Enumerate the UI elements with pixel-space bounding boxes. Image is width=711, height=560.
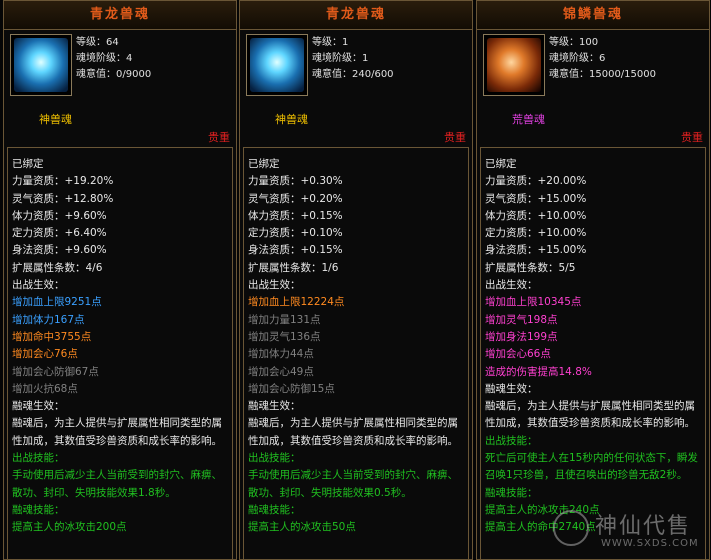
detail-line: 融魂后，为主人提供与扩展属性相同类型的属性加成，其数值受珍兽资质和成长率的影响。 — [485, 400, 695, 430]
detail-line: 死亡后可使主人在15秒内的任何状态下，瞬发召唤1只珍兽，且使召唤出的珍兽无敌2秒… — [485, 452, 698, 482]
detail-line: 融魂技能： — [12, 503, 65, 516]
blue-dragon-soul-icon — [250, 38, 304, 92]
detail-line: 手动使用后减少主人当前受到的封穴、麻痹、散功、封印、失明技能效果1.8秒。 — [12, 469, 222, 499]
detail-line: 增加血上限10345点 — [485, 296, 582, 309]
soul-grade: 荒兽魂 — [512, 113, 545, 126]
detail-line: 出战生效： — [12, 279, 65, 292]
detail-line: 增加会心66点 — [485, 348, 551, 361]
panel-3: 锦鳞兽魂 等级：100 魂境阶级：6 魂意值：15000/15000 荒兽魂 贵… — [476, 0, 710, 560]
detail-line: 出战生效： — [248, 279, 301, 292]
detail-line: 增加力量131点 — [248, 313, 321, 326]
detail-line: 增加命中3755点 — [12, 330, 92, 343]
soul-icon-frame[interactable] — [246, 34, 308, 96]
detail-line: 扩展属性条数：1/6 — [248, 261, 339, 274]
detail-line: 增加血上限9251点 — [12, 296, 102, 309]
detail-line: 增加会心49点 — [248, 365, 314, 378]
soul-value: 魂意值：240/600 — [312, 69, 394, 80]
detail-line: 已绑定 — [485, 158, 517, 170]
soul-realm: 魂境阶级：4 — [76, 53, 133, 64]
soul-details: 已绑定力量资质：+20.00% 灵气资质：+15.00% 体力资质：+10.00% 定… — [480, 147, 706, 559]
soul-value: 魂意值：0/9000 — [76, 69, 152, 80]
detail-line: 体力资质：+0.15% — [248, 209, 343, 222]
panel-title: 青龙兽魂 — [240, 1, 472, 30]
detail-line: 增加会心防御15点 — [248, 382, 335, 395]
detail-line: 身法资质：+0.15% — [248, 244, 343, 257]
detail-line: 出战技能： — [248, 452, 301, 465]
detail-line: 融魂后，为主人提供与扩展属性相同类型的属性加成，其数值受珍兽资质和成长率的影响。 — [12, 417, 222, 447]
soul-level: 等级：100 — [549, 37, 599, 48]
soul-stats: 等级：100 魂境阶级：6 魂意值：15000/15000 — [549, 35, 656, 83]
soul-level: 等级：1 — [312, 37, 349, 48]
detail-line: 增加灵气136点 — [248, 330, 321, 343]
soul-details: 已绑定力量资质：+19.20% 灵气资质：+12.80% 体力资质：+9.60% 定力… — [7, 147, 233, 559]
panel-1: 青龙兽魂 等级：64 魂境阶级：4 魂意值：0/9000 神兽魂 贵重 已绑定力… — [3, 0, 237, 560]
golden-fish-soul-icon — [487, 38, 541, 92]
detail-line: 出战技能： — [12, 452, 65, 465]
detail-line: 增加血上限12224点 — [248, 296, 345, 309]
watermark-text: 神仙代售 — [595, 514, 692, 539]
watermark-logo-icon — [553, 510, 589, 546]
soul-realm: 魂境阶级：1 — [312, 53, 369, 64]
detail-line: 力量资质：+0.30% — [248, 175, 343, 188]
detail-line: 定力资质：+10.00% — [485, 227, 587, 240]
panel-title: 锦鳞兽魂 — [477, 1, 709, 30]
detail-line: 融魂生效： — [12, 400, 65, 413]
detail-line: 已绑定 — [248, 158, 280, 170]
soul-realm: 魂境阶级：6 — [549, 53, 606, 64]
detail-line: 融魂后，为主人提供与扩展属性相同类型的属性加成，其数值受珍兽资质和成长率的影响。 — [248, 417, 458, 447]
detail-line: 增加会心防御67点 — [12, 365, 99, 378]
detail-line: 定力资质：+0.10% — [248, 227, 343, 240]
detail-line: 身法资质：+15.00% — [485, 244, 587, 257]
watermark: 神仙代售 WWW.SXDS.COM — [553, 506, 703, 554]
detail-line: 融魂生效： — [485, 382, 538, 395]
detail-line: 体力资质：+10.00% — [485, 209, 587, 222]
precious-tag: 贵重 — [444, 131, 466, 144]
soul-details: 已绑定力量资质：+0.30% 灵气资质：+0.20% 体力资质：+0.15% 定力资质… — [243, 147, 469, 559]
detail-line: 增加火抗68点 — [12, 382, 78, 395]
soul-stats: 等级：1 魂境阶级：1 魂意值：240/600 — [312, 35, 394, 83]
detail-line: 增加体力44点 — [248, 348, 314, 361]
panel-title: 青龙兽魂 — [4, 1, 236, 30]
detail-line: 融魂技能： — [248, 503, 301, 516]
detail-line: 灵气资质：+0.20% — [248, 192, 343, 205]
watermark-url: WWW.SXDS.COM — [601, 538, 699, 549]
panel-2: 青龙兽魂 等级：1 魂境阶级：1 魂意值：240/600 神兽魂 贵重 已绑定力… — [239, 0, 473, 560]
detail-line: 出战技能： — [485, 434, 538, 447]
detail-line: 融魂技能： — [485, 486, 538, 499]
detail-line: 体力资质：+9.60% — [12, 209, 107, 222]
detail-line: 扩展属性条数：5/5 — [485, 261, 576, 274]
soul-stats: 等级：64 魂境阶级：4 魂意值：0/9000 — [76, 35, 151, 83]
detail-line: 力量资质：+20.00% — [485, 175, 587, 188]
blue-dragon-soul-icon — [14, 38, 68, 92]
detail-line: 身法资质：+9.60% — [12, 244, 107, 257]
detail-line: 出战生效： — [485, 279, 538, 292]
soul-level: 等级：64 — [76, 37, 119, 48]
detail-line: 增加会心76点 — [12, 348, 78, 361]
soul-value: 魂意值：15000/15000 — [549, 69, 656, 80]
detail-line: 已绑定 — [12, 158, 44, 170]
soul-grade: 神兽魂 — [275, 113, 308, 126]
precious-tag: 贵重 — [681, 131, 703, 144]
detail-line: 灵气资质：+15.00% — [485, 192, 587, 205]
detail-line: 增加身法199点 — [485, 330, 558, 343]
detail-line: 灵气资质：+12.80% — [12, 192, 114, 205]
soul-icon-frame[interactable] — [483, 34, 545, 96]
detail-line: 力量资质：+19.20% — [12, 175, 114, 188]
detail-line: 提高主人的冰攻击50点 — [248, 521, 356, 534]
precious-tag: 贵重 — [208, 131, 230, 144]
detail-line: 增加灵气198点 — [485, 313, 558, 326]
detail-line: 融魂生效： — [248, 400, 301, 413]
detail-line: 扩展属性条数：4/6 — [12, 261, 103, 274]
detail-line: 增加体力167点 — [12, 313, 85, 326]
detail-line: 手动使用后减少主人当前受到的封穴、麻痹、散功、封印、失明技能效果0.5秒。 — [248, 469, 458, 499]
detail-line: 造成的伤害提高14.8% — [485, 365, 592, 378]
detail-line: 定力资质：+6.40% — [12, 227, 107, 240]
detail-line: 提高主人的冰攻击200点 — [12, 521, 127, 534]
soul-grade: 神兽魂 — [39, 113, 72, 126]
soul-icon-frame[interactable] — [10, 34, 72, 96]
